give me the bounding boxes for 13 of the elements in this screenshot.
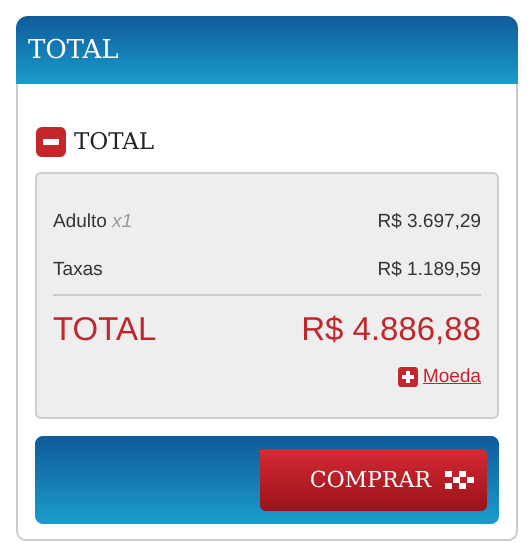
- currency-link[interactable]: Moeda: [422, 366, 481, 388]
- section-title: TOTAL: [74, 129, 154, 155]
- line-amount: R$ 1.189,59: [377, 259, 481, 281]
- line-amount: R$ 3.697,29: [377, 211, 481, 233]
- checker-icon: [445, 471, 475, 489]
- buy-button[interactable]: COMPRAR: [260, 449, 487, 511]
- minus-icon[interactable]: [35, 126, 67, 158]
- total-label: TOTAL: [53, 310, 156, 348]
- line-label: Adulto x1: [53, 211, 132, 233]
- line-label: Taxas: [53, 259, 103, 281]
- total-amount: R$ 4.886,88: [301, 310, 481, 348]
- plus-icon[interactable]: [398, 367, 418, 387]
- panel-title: TOTAL: [28, 35, 119, 65]
